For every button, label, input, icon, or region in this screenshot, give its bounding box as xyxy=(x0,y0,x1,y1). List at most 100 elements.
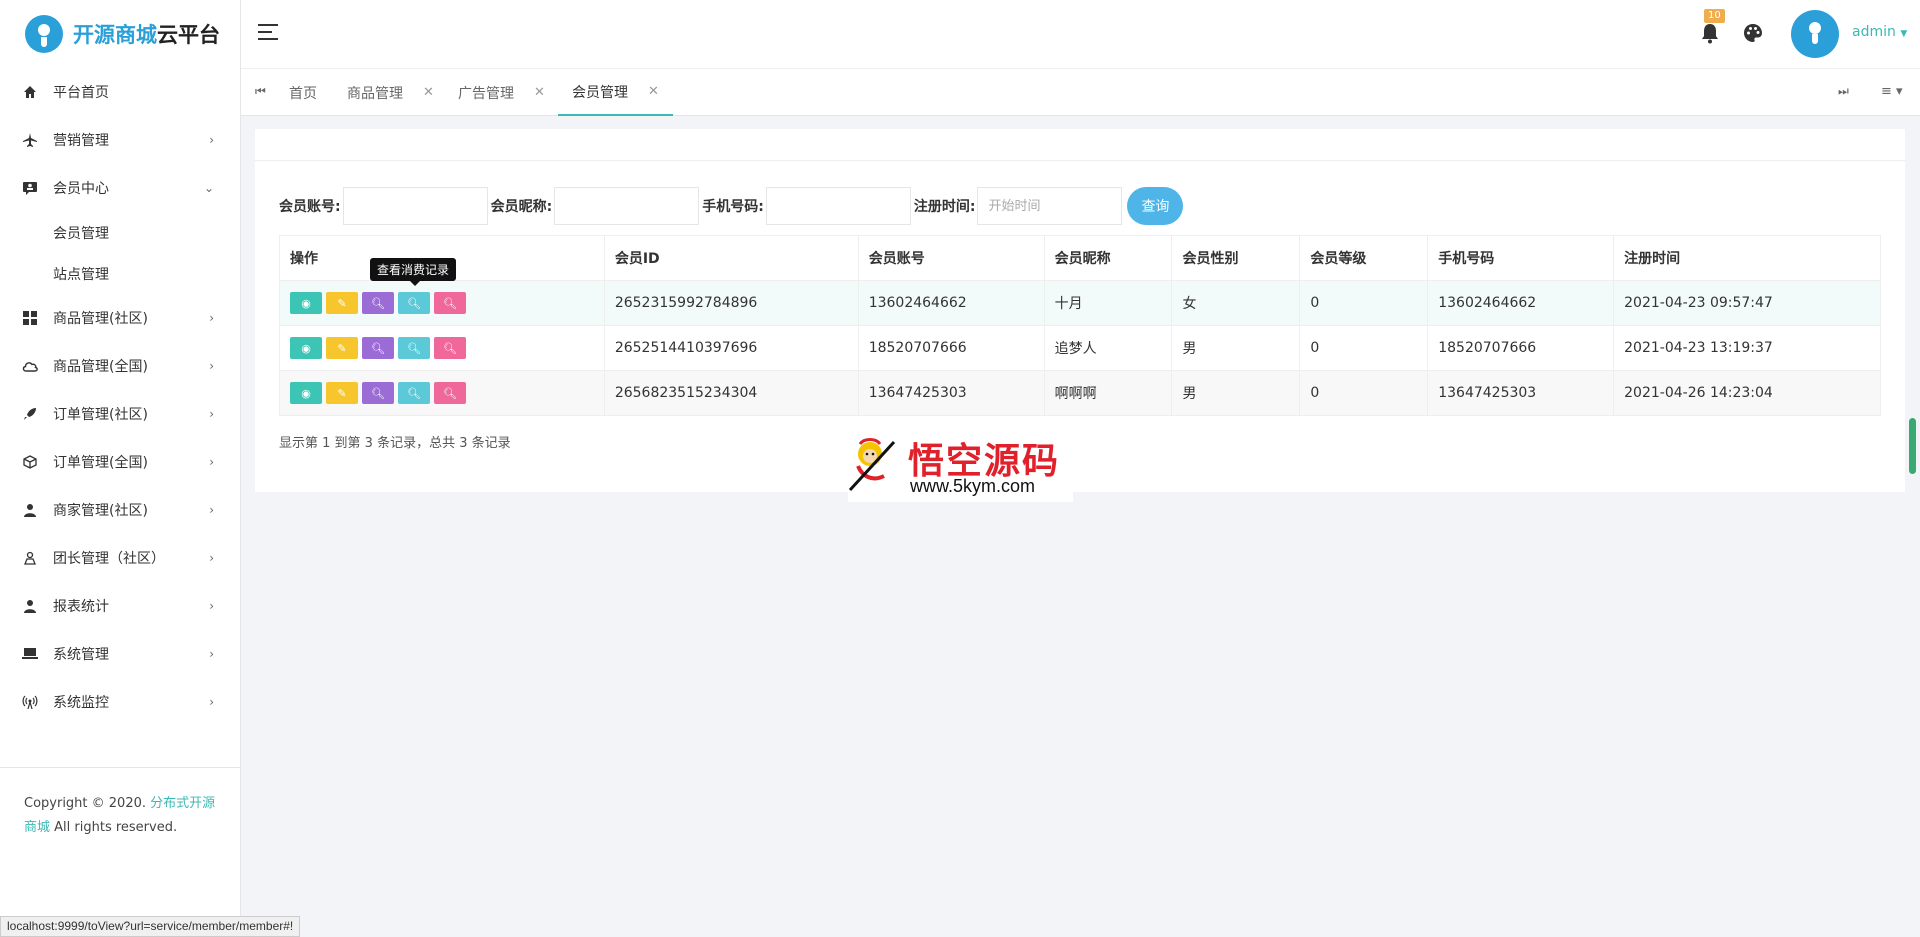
sidebar-item-orders-national[interactable]: 订单管理(全国) › xyxy=(0,438,240,486)
table-row[interactable]: ◉ ✎ 🔍︎ 🔍︎ 🔍︎ 2656823515234304 1364742530… xyxy=(279,370,1881,416)
close-icon[interactable]: ✕ xyxy=(534,85,545,100)
user-icon xyxy=(22,502,38,518)
tabs-bar: ⏮ 首页 商品管理 ✕ 广告管理 ✕ 会员管理 ✕ ⏭ ≡ ▾ xyxy=(241,68,1920,116)
cell-gender: 男 xyxy=(1171,370,1301,416)
view-icon[interactable]: ◉ xyxy=(290,292,322,314)
close-icon[interactable]: ✕ xyxy=(423,85,434,100)
account-label: 会员账号: xyxy=(279,199,341,215)
browser-status-url: localhost:9999/toView?url=service/member… xyxy=(0,916,301,937)
chevron-right-icon: › xyxy=(209,647,214,661)
cell-account: 13602464662 xyxy=(857,280,1045,326)
sidebar-item-reports[interactable]: 报表统计 › xyxy=(0,582,240,630)
sidebar-item-platform-home[interactable]: 平台首页 xyxy=(0,68,240,116)
view-icon[interactable]: ◉ xyxy=(290,337,322,359)
cloud-icon xyxy=(22,358,38,374)
column-header[interactable]: 会员ID xyxy=(603,235,859,281)
home-icon xyxy=(22,84,38,100)
column-header[interactable]: 注册时间 xyxy=(1613,235,1881,281)
airplane-icon xyxy=(22,132,38,148)
column-header[interactable]: 会员性别 xyxy=(1171,235,1301,281)
search-icon[interactable]: 🔍︎ xyxy=(398,292,430,314)
sidebar-item-system-monitor[interactable]: 系统监控 › xyxy=(0,678,240,726)
cell-gender: 女 xyxy=(1171,280,1301,326)
bell-icon[interactable] xyxy=(1700,22,1722,46)
sidebar-item-merchants[interactable]: 商家管理(社区) › xyxy=(0,486,240,534)
user-menu[interactable]: admin ▼ xyxy=(1852,24,1907,40)
broadcast-icon xyxy=(22,694,38,710)
cell-gender: 男 xyxy=(1171,325,1301,371)
chevron-right-icon: › xyxy=(209,311,214,325)
sidebar-item-products-national[interactable]: 商品管理(全国) › xyxy=(0,342,240,390)
nickname-label: 会员昵称: xyxy=(490,199,553,215)
content-panel: 会员账号: 会员昵称: 手机号码: 注册时间: 查询 操作 会员ID 会员账号 … xyxy=(255,161,1905,492)
brand-name: 开源商城云平台 xyxy=(73,23,220,47)
tabs-scroll-right-icon[interactable]: ⏭ xyxy=(1838,84,1849,99)
search-icon[interactable]: 🔍︎ xyxy=(398,337,430,359)
table-row[interactable]: ◉ ✎ 🔍︎ 🔍︎ 🔍︎ 2652315992784896 1360246466… xyxy=(279,280,1881,326)
chevron-right-icon: › xyxy=(209,599,214,613)
close-icon[interactable]: ✕ xyxy=(648,84,659,99)
tabs-scroll-left-icon[interactable]: ⏮ xyxy=(255,84,266,99)
search-icon[interactable]: 🔍︎ xyxy=(362,292,394,314)
search-icon[interactable]: 🔍︎ xyxy=(434,337,466,359)
column-header[interactable]: 会员等级 xyxy=(1299,235,1429,281)
search-button[interactable]: 查询 xyxy=(1127,187,1184,225)
tab-members[interactable]: 会员管理 ✕ xyxy=(558,69,673,116)
scrollbar-thumb[interactable] xyxy=(1909,418,1916,474)
chevron-right-icon: › xyxy=(209,407,214,421)
tab-ads[interactable]: 广告管理 ✕ xyxy=(444,69,559,116)
chevron-right-icon: › xyxy=(209,503,214,517)
column-header[interactable]: 手机号码 xyxy=(1427,235,1615,281)
account-input[interactable] xyxy=(342,187,488,225)
nickname-input[interactable] xyxy=(554,187,700,225)
reg-time-input[interactable] xyxy=(977,187,1123,225)
reg-time-label: 注册时间: xyxy=(913,199,976,215)
search-icon[interactable]: 🔍︎ xyxy=(362,337,394,359)
chevron-right-icon: › xyxy=(209,551,214,565)
sidebar-item-system-management[interactable]: 系统管理 › xyxy=(0,630,240,678)
search-icon[interactable]: 🔍︎ xyxy=(434,382,466,404)
table-row[interactable]: ◉ ✎ 🔍︎ 🔍︎ 🔍︎ 2652514410397696 1852070766… xyxy=(279,325,1881,371)
edit-icon[interactable]: ✎ xyxy=(326,382,358,404)
tabs-menu-icon[interactable]: ≡ ▾ xyxy=(1881,84,1903,99)
sidebar-item-group-leaders[interactable]: 团长管理（社区） › xyxy=(0,534,240,582)
cell-phone: 13647425303 xyxy=(1427,370,1615,416)
column-header[interactable]: 会员账号 xyxy=(857,235,1045,281)
palette-icon[interactable] xyxy=(1743,23,1765,45)
chevron-down-icon: ⌄ xyxy=(203,181,214,195)
tab-products[interactable]: 商品管理 ✕ xyxy=(333,69,448,116)
sidebar-item-member-center[interactable]: 会员中心 ⌄ xyxy=(0,164,240,212)
report-icon xyxy=(22,598,38,614)
pagination-info: 显示第 1 到第 3 条记录，总共 3 条记录 xyxy=(279,436,511,451)
sidebar-menu: 平台首页 营销管理 › 会员中心 ⌄ 会员管理 站点管理 商品管理(社区) › … xyxy=(0,68,240,726)
view-icon[interactable]: ◉ xyxy=(290,382,322,404)
tab-home[interactable]: 首页 xyxy=(275,69,331,116)
cell-account: 18520707666 xyxy=(857,325,1045,371)
search-icon[interactable]: 🔍︎ xyxy=(434,292,466,314)
column-header[interactable]: 会员昵称 xyxy=(1043,235,1173,281)
cell-level: 0 xyxy=(1299,280,1429,326)
menu-toggle-icon[interactable] xyxy=(258,24,278,42)
row-actions: ◉ ✎ 🔍︎ 🔍︎ 🔍︎ xyxy=(279,370,605,416)
sidebar-subitem-member-management[interactable]: 会员管理 xyxy=(0,212,240,253)
sidebar-item-products-community[interactable]: 商品管理(社区) › xyxy=(0,294,240,342)
sidebar-item-marketing[interactable]: 营销管理 › xyxy=(0,116,240,164)
watermark: 悟空源码 www.5kym.com xyxy=(848,432,1073,502)
sidebar: 开源商城云平台 平台首页 营销管理 › 会员中心 ⌄ 会员管理 站点管理 商品管… xyxy=(0,0,241,937)
cell-member-id: 2656823515234304 xyxy=(603,370,859,416)
search-icon[interactable]: 🔍︎ xyxy=(398,382,430,404)
brand-logo-icon xyxy=(25,15,63,53)
brand-logo[interactable]: 开源商城云平台 xyxy=(0,0,240,68)
cell-reg-time: 2021-04-23 13:19:37 xyxy=(1613,325,1881,371)
phone-input[interactable] xyxy=(765,187,911,225)
avatar[interactable] xyxy=(1791,10,1839,58)
cell-member-id: 2652514410397696 xyxy=(603,325,859,371)
sidebar-item-orders-community[interactable]: 订单管理(社区) › xyxy=(0,390,240,438)
sidebar-subitem-site-management[interactable]: 站点管理 xyxy=(0,253,240,294)
notification-badge: 10 xyxy=(1704,9,1725,23)
search-icon[interactable]: 🔍︎ xyxy=(362,382,394,404)
edit-icon[interactable]: ✎ xyxy=(326,292,358,314)
edit-icon[interactable]: ✎ xyxy=(326,337,358,359)
chevron-right-icon: › xyxy=(209,359,214,373)
chevron-right-icon: › xyxy=(209,695,214,709)
